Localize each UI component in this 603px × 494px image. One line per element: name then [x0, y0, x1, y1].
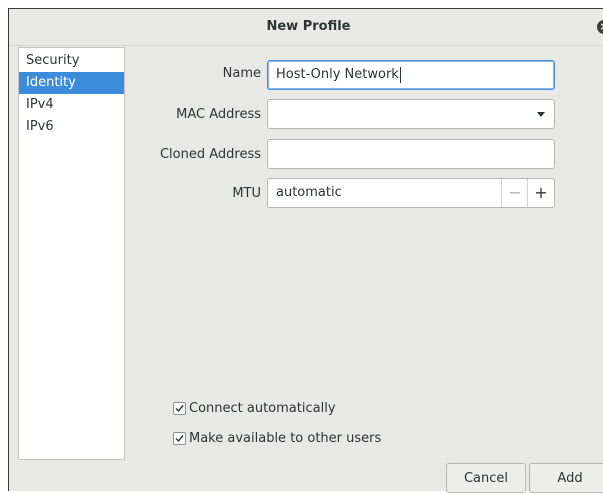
mac-address-label: MAC Address — [176, 107, 261, 122]
connect-automatically-row[interactable]: Connect automatically — [173, 399, 336, 417]
checkmark-icon — [175, 434, 184, 442]
name-input[interactable]: Host-Only Network — [267, 60, 555, 90]
checkmark-icon — [175, 404, 184, 412]
name-value: Host-Only Network — [276, 67, 399, 82]
connect-automatically-checkbox[interactable] — [173, 401, 186, 415]
mac-address-combo[interactable] — [267, 99, 555, 129]
available-all-users-label: Make available to other users — [189, 430, 382, 446]
available-all-users-row[interactable]: Make available to other users — [173, 429, 381, 447]
mtu-increment-button[interactable]: + — [527, 179, 554, 207]
mtu-decrement-button[interactable]: − — [501, 179, 528, 207]
mtu-spinbutton[interactable]: automatic − + — [267, 178, 555, 208]
mtu-label: MTU — [232, 186, 261, 201]
mtu-value: automatic — [276, 185, 342, 200]
available-all-users-checkbox[interactable] — [173, 431, 186, 445]
cancel-button[interactable]: Cancel — [446, 463, 526, 493]
cloned-address-label: Cloned Address — [159, 147, 261, 162]
cloned-address-input[interactable] — [267, 139, 555, 169]
titlebar: New Profile × — [9, 9, 603, 46]
add-button[interactable]: Add — [529, 463, 603, 493]
new-profile-dialog: New Profile × Security Identity IPv4 IPv… — [8, 8, 603, 493]
connect-automatically-label: Connect automatically — [189, 400, 336, 416]
chevron-down-icon[interactable] — [528, 100, 554, 128]
dialog-title: New Profile — [266, 19, 351, 34]
name-label: Name — [222, 66, 261, 81]
